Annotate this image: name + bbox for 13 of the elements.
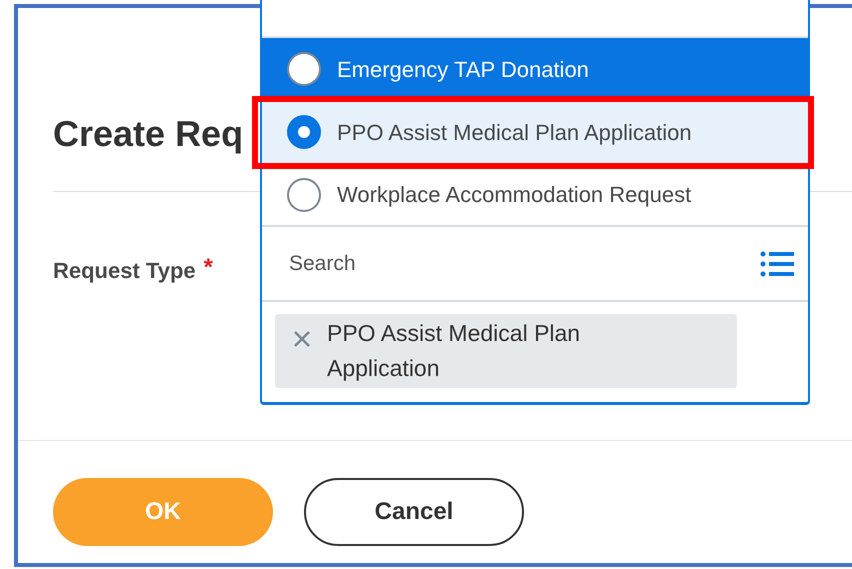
- list-icon[interactable]: [760, 250, 794, 276]
- remove-icon[interactable]: [293, 330, 311, 348]
- radio-button[interactable]: [287, 52, 321, 86]
- radio-button[interactable]: [287, 115, 321, 149]
- required-mark: *: [204, 254, 213, 280]
- cancel-button[interactable]: Cancel: [304, 478, 524, 546]
- field-label: Request Type: [53, 257, 196, 285]
- dropdown-option[interactable]: PPO Assist Medical Plan Application: [262, 101, 808, 164]
- radio-button[interactable]: [287, 178, 321, 212]
- dialog-title: Create Req: [53, 116, 244, 156]
- selected-chip: PPO Assist Medical Plan Application: [275, 314, 737, 388]
- request-type-field[interactable]: Search PPO Assist Medical Plan Application: [260, 227, 810, 405]
- search-field[interactable]: Search: [289, 248, 760, 280]
